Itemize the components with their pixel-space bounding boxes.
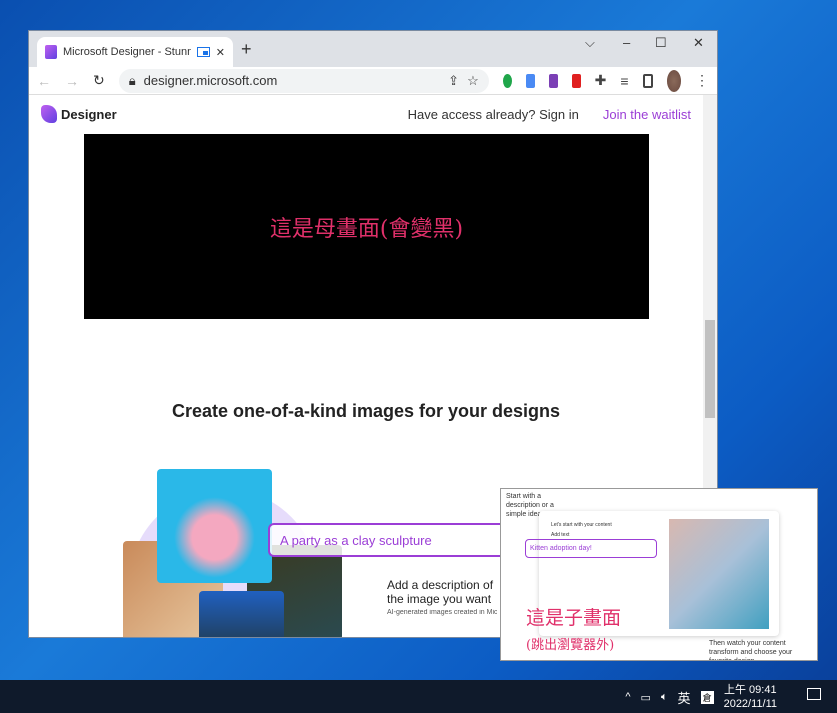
join-waitlist-link[interactable]: Join the waitlist [603, 107, 691, 122]
clock-time: 上午 09:41 [723, 684, 777, 696]
logo-text: Designer [61, 106, 117, 122]
extensions-puzzle-icon[interactable]: ✚ [595, 72, 607, 89]
clay-sculpture-image [157, 469, 272, 583]
side-panel-icon[interactable] [642, 73, 653, 88]
picture-in-picture-window[interactable]: Start with a description or a simple ide… [500, 488, 818, 661]
flipboard-extension-icon[interactable] [571, 73, 581, 88]
network-icon[interactable]: ▭ [641, 691, 651, 704]
evernote-extension-icon[interactable] [502, 73, 512, 88]
lock-icon: 🔒︎ [128, 72, 136, 88]
menu-kebab-icon[interactable]: ⋮ [695, 72, 709, 89]
media-control-icon[interactable]: ≡ [620, 73, 628, 89]
notification-center-icon[interactable] [807, 688, 821, 700]
profile-avatar[interactable] [666, 69, 682, 92]
prompt-input[interactable]: A party as a clay sculpture [268, 523, 528, 557]
close-window-button[interactable]: ✕ [693, 35, 704, 51]
caption-text: AI-generated images created in Microsoft… [387, 609, 497, 616]
pip-note-bottom: Then watch your content transform and ch… [709, 640, 793, 660]
annotation-parent: 這是母畫面(會變黑) [269, 216, 464, 242]
designer-logo-icon [41, 105, 57, 123]
ime-mode-icon[interactable]: 倉 [700, 690, 714, 704]
clock[interactable]: 上午 09:41 2022/11/11 [724, 683, 777, 711]
ime-indicator[interactable]: 英 [678, 688, 691, 707]
new-tab-button[interactable]: + [241, 39, 252, 60]
pip-text-input: Kitten adoption day! [525, 539, 657, 558]
tab-designer[interactable]: Microsoft Designer - Stunning ✕ [37, 37, 233, 67]
minimize-button[interactable]: – [623, 35, 630, 50]
tab-close-icon[interactable]: ✕ [216, 46, 225, 59]
translate-extension-icon[interactable] [525, 73, 535, 88]
pip-design-gallery [669, 519, 769, 629]
video-placeholder: 這是母畫面(會變黑) [84, 134, 649, 319]
system-tray: ^ ▭ 🔈︎ 英 倉 上午 09:41 2022/11/11 [625, 683, 777, 711]
address-bar[interactable]: 🔒︎ designer.microsoft.com ⇪ ☆ [118, 68, 489, 93]
share-icon[interactable]: ⇪ [448, 73, 459, 89]
scrollbar-thumb[interactable] [705, 320, 715, 418]
url-text: designer.microsoft.com [143, 73, 278, 88]
castle-image [199, 591, 284, 637]
maximize-button[interactable]: ☐ [655, 35, 667, 51]
tab-search-button[interactable]: ⌵ [585, 35, 595, 51]
onenote-extension-icon[interactable] [548, 73, 558, 88]
toolbar: ← → ↻ 🔒︎ designer.microsoft.com ⇪ ☆ ✚ ≡ … [29, 67, 717, 95]
sign-in-link[interactable]: Have access already? Sign in [408, 107, 579, 122]
tab-title: Microsoft Designer - Stunning [63, 46, 191, 58]
tab-strip: Microsoft Designer - Stunning ✕ + ⌵ – ☐ … [29, 31, 717, 67]
annotation-child: 這是子畫面 [526, 607, 622, 629]
forward-button[interactable]: → [65, 73, 79, 89]
bookmark-star-icon[interactable]: ☆ [467, 73, 479, 89]
site-header: Designer Have access already? Sign in Jo… [29, 95, 703, 133]
section-heading: Create one-of-a-kind images for your des… [171, 401, 561, 421]
show-hidden-icons-button[interactable]: ^ [625, 691, 630, 703]
volume-icon[interactable]: 🔈︎ [661, 691, 668, 704]
back-button[interactable]: ← [37, 73, 51, 89]
designer-logo[interactable]: Designer [41, 105, 117, 123]
reload-button[interactable]: ↻ [93, 72, 105, 89]
taskbar: ^ ▭ 🔈︎ 英 倉 上午 09:41 2022/11/11 [0, 680, 837, 713]
pip-card-title: Let's start with your content [551, 522, 612, 528]
clock-date: 2022/11/11 [723, 698, 777, 710]
description-text: Add a description of the image you want … [387, 578, 494, 606]
annotation-child-sub: (跳出瀏覽器外) [526, 638, 615, 653]
picture-in-picture-icon[interactable] [196, 47, 210, 57]
designer-favicon-icon [45, 45, 57, 59]
